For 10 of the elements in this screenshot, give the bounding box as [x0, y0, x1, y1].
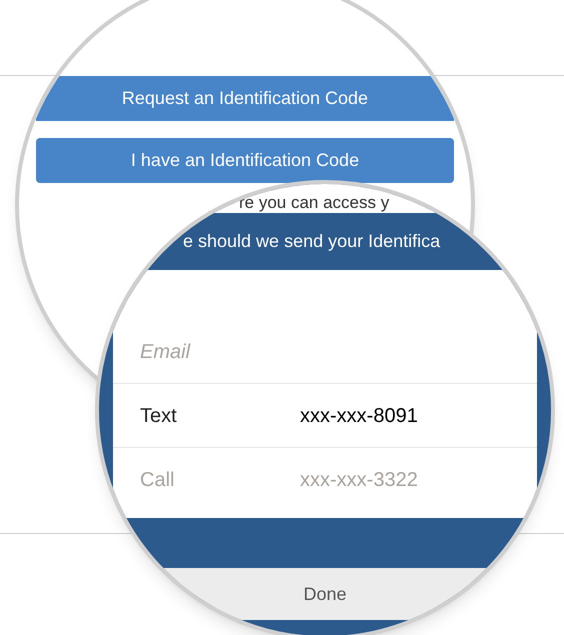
phone-number: xxx-xxx-3322 — [300, 468, 418, 493]
code-button[interactable]: Request an Identification Code — [36, 76, 454, 121]
code-button[interactable]: I have an Identification Code — [36, 138, 454, 183]
option-label: Call — [140, 468, 176, 493]
option-row[interactable]: Text xxx-xxx-8091 — [113, 384, 537, 448]
intro-text: re you can access y — [239, 194, 390, 213]
option-label: Text — [140, 404, 178, 428]
phone-number: xxx-xxx-8091 — [300, 404, 418, 428]
dialog-header: e should we send your Identifica — [183, 230, 440, 253]
option-label: Email — [140, 340, 192, 364]
